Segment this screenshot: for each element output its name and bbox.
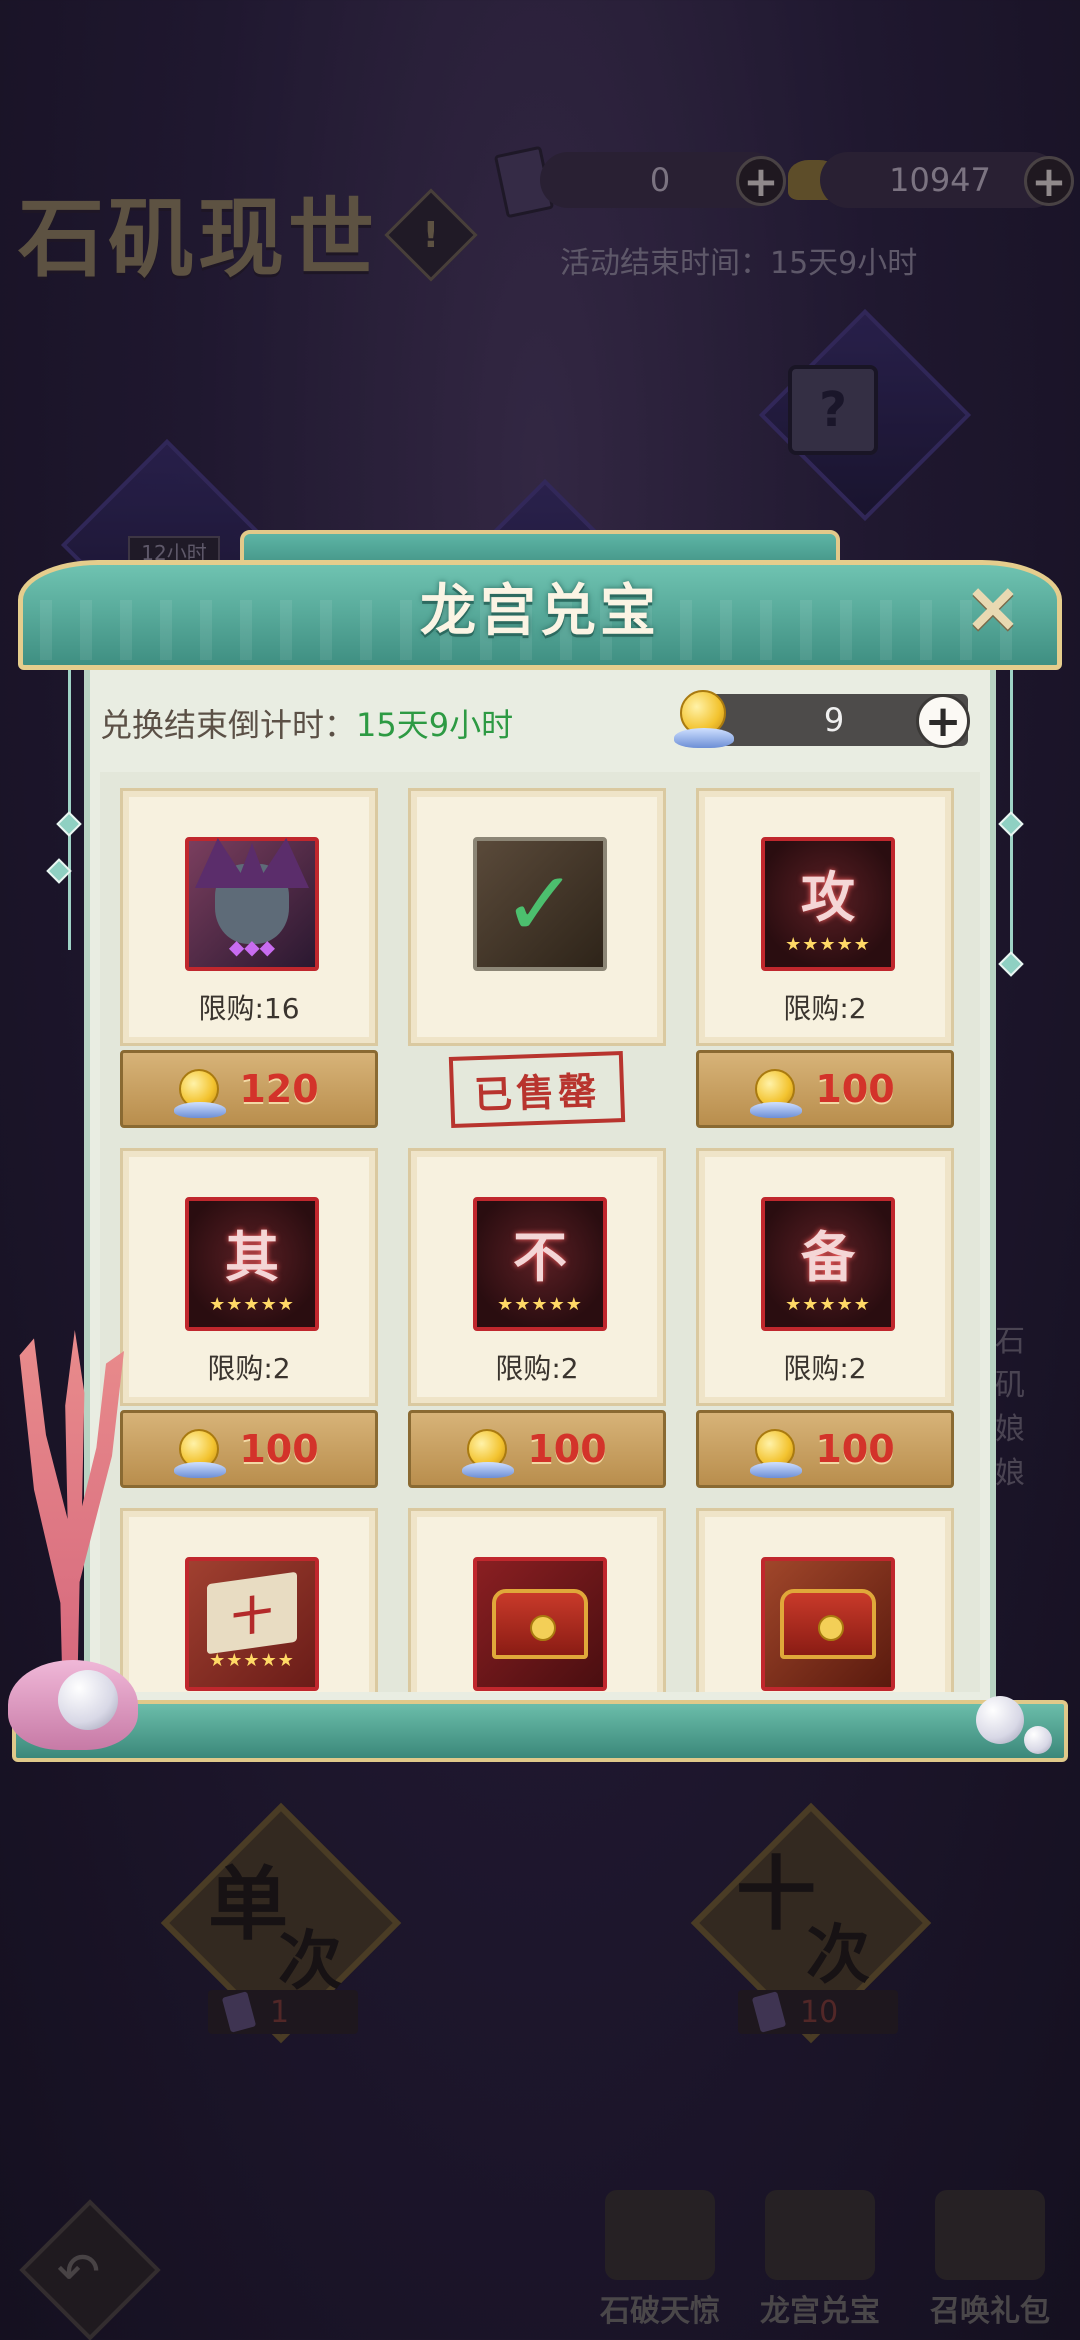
- shop-item-skin[interactable]: ✓: [408, 788, 666, 1046]
- price: 100: [239, 1427, 319, 1471]
- book-glyph: 十: [232, 1590, 272, 1643]
- pearl-decoration: [1024, 1726, 1052, 1754]
- dialog-base: [12, 1700, 1068, 1762]
- token-glyph: 备: [801, 1225, 855, 1289]
- shop-item-gold-chest[interactable]: [696, 1508, 954, 1692]
- buy-button[interactable]: 120: [120, 1050, 378, 1128]
- shop-item-token[interactable]: 攻 ★★★★★ 限购:2: [696, 788, 954, 1046]
- buy-button[interactable]: 100: [696, 1410, 954, 1488]
- exchange-grid: ◆◆◆ 限购:16 120 ✓ 已售罄 攻 ★★★★★ 限购:2 100 其 ★…: [100, 772, 980, 1692]
- token-glyph: 不: [513, 1225, 567, 1289]
- skin-portrait-icon: ✓: [473, 837, 607, 971]
- coin-balance: 9: [823, 701, 845, 739]
- shop-item-token[interactable]: 备 ★★★★★ 限购:2: [696, 1148, 954, 1406]
- shop-item-token[interactable]: 不 ★★★★★ 限购:2: [408, 1148, 666, 1406]
- token-card-icon: 备 ★★★★★: [761, 1197, 895, 1331]
- token-card-icon: 攻 ★★★★★: [761, 837, 895, 971]
- price: 100: [815, 1067, 895, 1111]
- star-rating: ★★★★★: [785, 1294, 871, 1315]
- close-icon[interactable]: ×: [958, 572, 1028, 642]
- pearl-coin-icon: [750, 1429, 803, 1478]
- buy-button[interactable]: 100: [408, 1410, 666, 1488]
- skill-book-icon: 十 ★★★★★: [185, 1557, 319, 1691]
- star-rating: ★★★★★: [209, 1294, 295, 1315]
- purchase-limit: 限购:2: [783, 992, 867, 1025]
- price: 120: [239, 1067, 319, 1111]
- purchase-limit: 限购:2: [783, 1352, 867, 1385]
- shop-item-skill-book[interactable]: 十 ★★★★★: [120, 1508, 378, 1692]
- token-card-icon: 其 ★★★★★: [185, 1197, 319, 1331]
- pearl-coin-icon: [174, 1429, 227, 1478]
- price: 100: [815, 1427, 895, 1471]
- shop-item-red-chest[interactable]: [408, 1508, 666, 1692]
- token-glyph: 其: [225, 1225, 279, 1289]
- price: 100: [527, 1427, 607, 1471]
- gold-chest-icon: [761, 1557, 895, 1691]
- hanging-string: [68, 650, 71, 950]
- pearl-coin-icon: [174, 1069, 227, 1118]
- sold-out-label: 已售罄: [448, 1050, 626, 1128]
- purchase-limit: 限购:16: [198, 992, 300, 1025]
- pearl-decoration: [58, 1670, 118, 1730]
- red-chest-icon: [473, 1557, 607, 1691]
- token-glyph: 攻: [801, 865, 855, 929]
- star-rating: ★★★★★: [785, 934, 871, 955]
- countdown-label: 兑换结束倒计时：: [100, 706, 357, 744]
- token-card-icon: 不 ★★★★★: [473, 1197, 607, 1331]
- checkmark-icon: ✓: [502, 851, 578, 957]
- buy-button[interactable]: 100: [120, 1410, 378, 1488]
- sold-out-stamp: 已售罄: [408, 1050, 666, 1128]
- pearl-coin-icon: [674, 690, 734, 748]
- exchange-countdown: 兑换结束倒计时：15天9小时: [100, 700, 513, 746]
- pearl-coin-icon: [750, 1069, 803, 1118]
- countdown-value: 15天9小时: [356, 706, 514, 744]
- shop-item-token[interactable]: 其 ★★★★★ 限购:2: [120, 1148, 378, 1406]
- pearl-coin-icon: [462, 1429, 515, 1478]
- star-rating: ★★★★★: [209, 1649, 295, 1671]
- gem-icon: ◆◆◆: [228, 935, 276, 959]
- dialog-title: 龙宫兑宝: [420, 578, 660, 644]
- buy-button[interactable]: 100: [696, 1050, 954, 1128]
- star-rating: ★★★★★: [497, 1294, 583, 1315]
- hero-portrait-icon: ◆◆◆: [185, 837, 319, 971]
- purchase-limit: 限购:2: [495, 1352, 579, 1385]
- purchase-limit: 限购:2: [207, 1352, 291, 1385]
- shop-item-hero[interactable]: ◆◆◆ 限购:16: [120, 788, 378, 1046]
- pearl-decoration: [976, 1696, 1024, 1744]
- add-coin-button[interactable]: +: [916, 694, 970, 748]
